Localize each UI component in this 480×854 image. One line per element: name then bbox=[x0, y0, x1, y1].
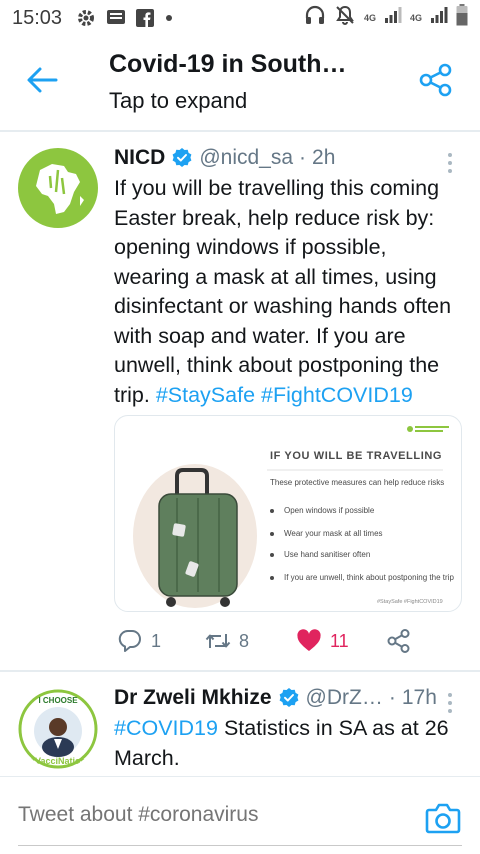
more-options-button[interactable] bbox=[440, 691, 460, 715]
page-title[interactable]: Covid-19 in South… bbox=[109, 50, 347, 79]
status-right: 4G 4G bbox=[304, 0, 468, 36]
avatar-image: I CHOOSE #VacciNation bbox=[18, 689, 98, 769]
dot-icon bbox=[164, 13, 174, 23]
message-icon bbox=[106, 9, 126, 27]
compose-bar bbox=[0, 776, 480, 854]
heart-icon bbox=[297, 629, 321, 651]
tweet-compose-input[interactable] bbox=[18, 803, 398, 827]
reply-icon bbox=[118, 629, 141, 652]
retweet-button[interactable]: 8 bbox=[205, 628, 249, 654]
app-header: Covid-19 in South… Tap to expand bbox=[0, 36, 480, 126]
camera-button[interactable] bbox=[425, 801, 461, 835]
author-name[interactable]: NICD bbox=[114, 146, 165, 170]
hashtag-link[interactable]: #COVID19 bbox=[114, 716, 218, 740]
page-subtitle[interactable]: Tap to expand bbox=[109, 88, 247, 114]
tweet-body: If you will be travelling this coming Ea… bbox=[114, 176, 452, 407]
tweet-header: NICD @nicd_sa · 2h bbox=[114, 146, 335, 170]
author-name[interactable]: Dr Zweli Mkhize bbox=[114, 686, 272, 710]
status-time: 15:03 bbox=[12, 6, 63, 29]
tweet-text: #COVID19 Statistics in SA as at 26 March… bbox=[114, 714, 466, 773]
like-button[interactable]: 11 bbox=[296, 628, 349, 654]
media-footer: #StaySafe #FightCOVID19 bbox=[377, 599, 443, 605]
settings-icon bbox=[76, 8, 96, 28]
network-a: 4G bbox=[363, 13, 376, 23]
nicd-logo-icon bbox=[36, 164, 84, 214]
signal-icon-b bbox=[430, 6, 448, 30]
media-list-item: If you are unwell, think about postponin… bbox=[270, 573, 455, 583]
hashtag-link[interactable]: #FightCOVID19 bbox=[261, 383, 413, 407]
media-subtitle: These protective measures can help reduc… bbox=[270, 478, 445, 487]
camera-icon bbox=[425, 803, 461, 834]
reply-count: 1 bbox=[151, 630, 162, 651]
share-icon bbox=[419, 63, 452, 97]
retweet-count: 8 bbox=[239, 630, 250, 651]
media-title: IF YOU WILL BE TRAVELLING bbox=[270, 450, 443, 462]
media-list-item: Wear your mask at all times bbox=[270, 529, 455, 539]
input-underline bbox=[18, 845, 462, 846]
back-button[interactable] bbox=[22, 64, 62, 96]
verified-badge-icon bbox=[172, 148, 192, 167]
reply-button[interactable]: 1 bbox=[117, 628, 161, 654]
tweet-media-image[interactable]: IF YOU WILL BE TRAVELLING These protecti… bbox=[114, 415, 462, 612]
header-divider bbox=[0, 130, 480, 132]
network-b: 4G bbox=[409, 13, 422, 23]
headset-icon bbox=[304, 4, 326, 32]
like-count: 11 bbox=[330, 630, 349, 651]
tweet-divider bbox=[0, 670, 480, 672]
author-handle[interactable]: @nicd_sa bbox=[199, 146, 293, 170]
svg-text:#VacciNation: #VacciNation bbox=[30, 756, 86, 766]
tweet-time: 2h bbox=[312, 146, 336, 169]
svg-text:I CHOOSE: I CHOOSE bbox=[38, 696, 78, 705]
more-options-button[interactable] bbox=[440, 151, 460, 175]
media-list-item: Open windows if possible bbox=[270, 506, 455, 516]
retweet-icon bbox=[205, 634, 231, 648]
share-button[interactable] bbox=[418, 62, 454, 98]
media-list-item: Use hand sanitiser often bbox=[270, 550, 455, 560]
tweet-text: If you will be travelling this coming Ea… bbox=[114, 174, 466, 410]
status-bar: 15:03 4G 4G bbox=[0, 0, 480, 36]
tweet-time: 17h bbox=[401, 686, 437, 709]
back-arrow-icon bbox=[27, 67, 58, 93]
battery-icon bbox=[456, 4, 468, 32]
share-icon bbox=[387, 629, 410, 653]
avatar[interactable]: I CHOOSE #VacciNation bbox=[18, 689, 98, 769]
separator: · bbox=[388, 686, 396, 709]
hashtag-link[interactable]: #StaySafe bbox=[156, 383, 255, 407]
share-tweet-button[interactable] bbox=[386, 628, 420, 654]
tweet-header: Dr Zweli Mkhize @DrZ… · 17h bbox=[114, 686, 437, 710]
verified-badge-icon bbox=[279, 688, 298, 707]
author-handle[interactable]: @DrZ… bbox=[306, 686, 383, 710]
avatar[interactable] bbox=[18, 148, 98, 228]
facebook-icon bbox=[136, 9, 155, 27]
separator: · bbox=[299, 146, 307, 169]
signal-icon-a bbox=[384, 6, 402, 30]
mute-icon bbox=[334, 4, 356, 32]
